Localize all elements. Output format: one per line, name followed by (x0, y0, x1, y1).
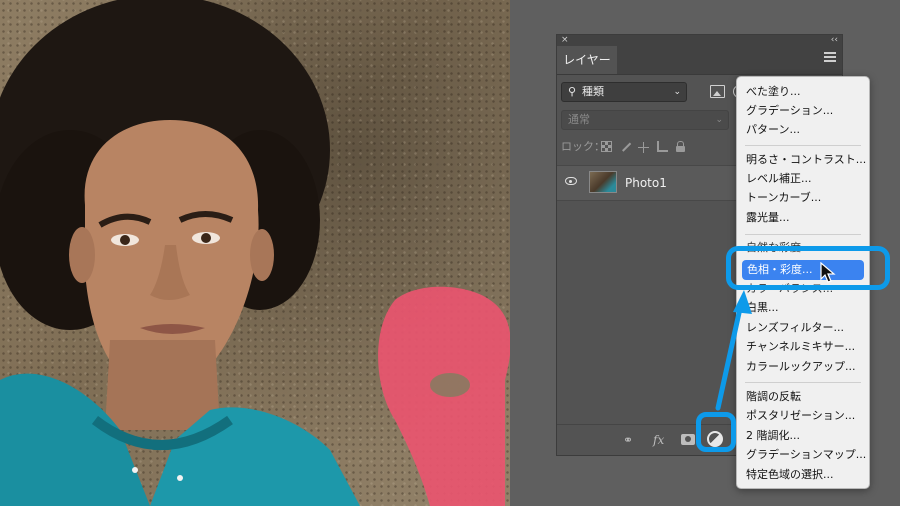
mouse-cursor-icon (820, 262, 836, 283)
annotation-arrow (715, 290, 752, 411)
arrow-shaft (715, 301, 744, 411)
arrow-head (733, 290, 752, 314)
